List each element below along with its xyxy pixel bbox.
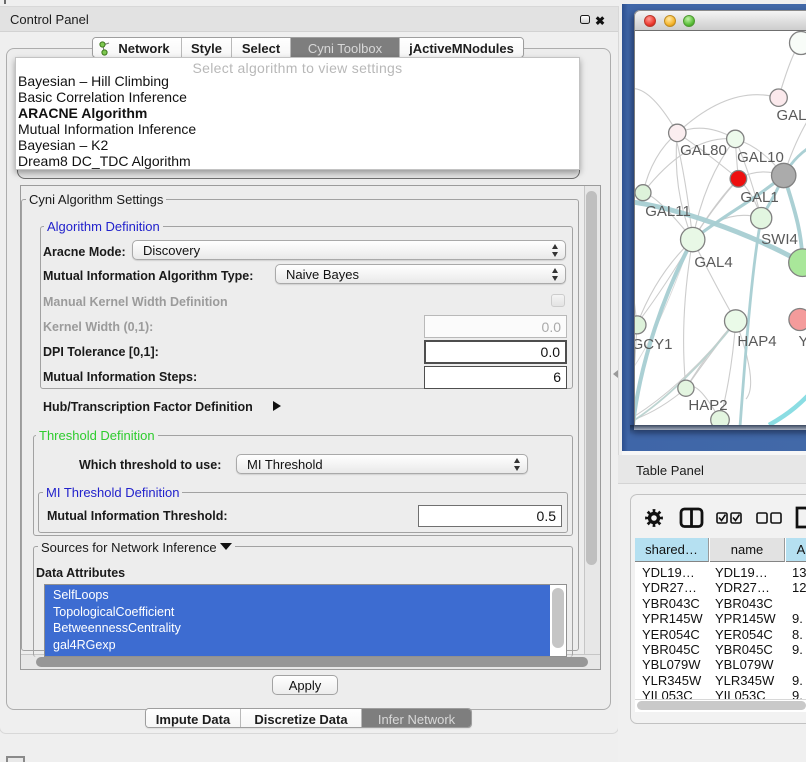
svg-text:GAL7: GAL7 [777, 107, 806, 124]
svg-text:GAL10: GAL10 [737, 149, 784, 166]
svg-text:GAL80: GAL80 [680, 142, 727, 159]
svg-text:GCY1: GCY1 [635, 336, 672, 353]
svg-text:GAL11: GAL11 [645, 203, 691, 220]
svg-text:GAL4: GAL4 [694, 254, 732, 271]
svg-text:HAP2: HAP2 [688, 397, 727, 414]
svg-text:HAP4: HAP4 [737, 333, 776, 350]
svg-text:SWI4: SWI4 [761, 231, 798, 248]
svg-text:GAL1: GAL1 [740, 189, 778, 206]
svg-text:YM: YM [799, 333, 806, 350]
